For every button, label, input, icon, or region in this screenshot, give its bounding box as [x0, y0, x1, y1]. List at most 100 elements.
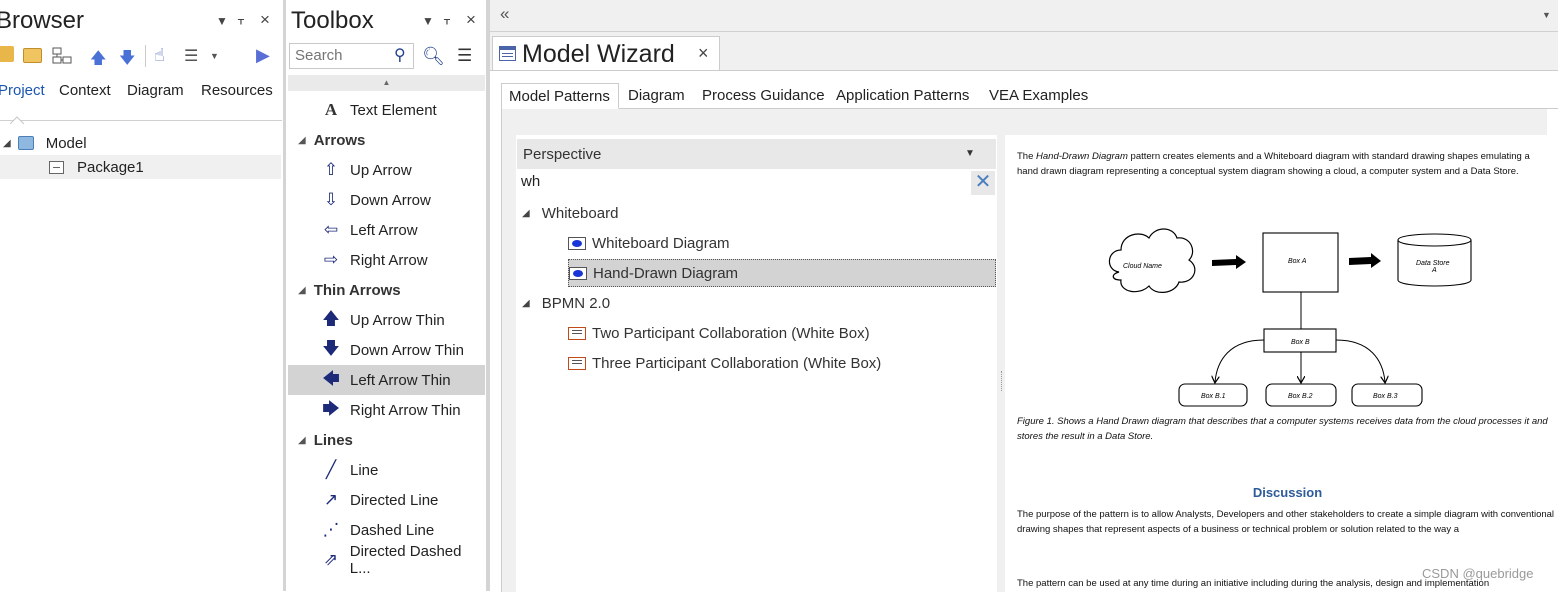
toolbox-item-left-arrow-thin[interactable]: 🡄 Left Arrow Thin	[288, 365, 485, 395]
model-root-icon	[17, 136, 34, 150]
toolbox-item-right-arrow-thin[interactable]: 🡆 Right Arrow Thin	[288, 395, 485, 425]
toolbox-item-icon: ⇧	[323, 160, 339, 179]
menu-lines-icon[interactable]: ☰	[184, 46, 198, 66]
new-package-icon[interactable]	[0, 46, 14, 62]
pattern-item[interactable]: Hand-Drawn Diagram	[568, 259, 996, 287]
toolbox-item-left-arrow[interactable]: ⇦ Left Arrow	[288, 215, 485, 245]
move-up-icon[interactable]: 🡅	[90, 47, 106, 74]
pattern-group[interactable]: ◢ BPMN 2.0	[522, 289, 992, 317]
toolbox-item-text-element[interactable]: A Text Element	[288, 95, 485, 125]
browser-panel: Browser ▼ ᚁ × 🡅 🡇 ☝ ☰ ▼ ▶ Project Contex…	[0, 0, 283, 591]
pane-splitter-grip[interactable]	[1001, 371, 1003, 391]
tab-project[interactable]: Project	[0, 82, 45, 99]
whiteboard-pattern-icon	[569, 266, 587, 280]
item-label: Right Arrow	[350, 251, 428, 269]
pin-icon[interactable]: ᚁ	[238, 12, 244, 26]
tab-model-patterns[interactable]: Model Patterns	[501, 83, 619, 109]
toolbox-item-icon: 🡇	[322, 338, 340, 358]
toolbox-item-up-arrow-thin[interactable]: 🡅 Up Arrow Thin	[288, 305, 485, 335]
toolbox-item-dashed-line[interactable]: ⋰ Dashed Line	[288, 515, 485, 545]
toolbox-item-up-arrow[interactable]: ⇧ Up Arrow	[288, 155, 485, 185]
tab-process-guidance[interactable]: Process Guidance	[702, 87, 825, 104]
expand-triangle-icon[interactable]: ◢	[522, 298, 530, 309]
toolbox-category-thin-arrows[interactable]: ◢ Thin Arrows	[288, 275, 485, 305]
close-icon[interactable]: ×	[698, 43, 709, 64]
curve-to-b3	[1335, 339, 1385, 382]
discussion-heading: Discussion	[1252, 485, 1323, 500]
box-b1-label: Box B.1	[1201, 393, 1226, 400]
hand-drawn-diagram-figure: Cloud Name Box A Data Store A Box B Box …	[1108, 228, 1472, 407]
toolbox-item-down-arrow[interactable]: ⇩ Down Arrow	[288, 185, 485, 215]
toolbox-item-down-arrow-thin[interactable]: 🡇 Down Arrow Thin	[288, 335, 485, 365]
locate-icon[interactable]: ☝	[154, 45, 165, 66]
perspective-dropdown[interactable]: Perspective ▼	[517, 139, 996, 169]
tab-diagram[interactable]: Diagram	[628, 87, 685, 104]
collapse-triangle-icon[interactable]: ◢	[298, 435, 306, 446]
collapse-panel-icon[interactable]: «	[500, 4, 509, 24]
pin-icon[interactable]: ᚁ	[444, 12, 450, 26]
pattern-label: Two Participant Collaboration (White Box…	[592, 324, 870, 342]
panel-menu-dropdown-icon[interactable]: ▼	[422, 14, 434, 28]
intro-pre: The	[1017, 151, 1037, 162]
item-label: Directed Dashed L...	[349, 543, 462, 577]
pattern-item[interactable]: Three Participant Collaboration (White B…	[568, 349, 996, 377]
expand-triangle-icon[interactable]: ◢	[3, 138, 11, 149]
panel-menu-dropdown-icon[interactable]: ▼	[216, 14, 228, 28]
patterns-list-pane: Perspective ▼ wh ✕ ◢ Whiteboard Whiteboard…	[516, 135, 997, 592]
search-icon[interactable]: ⚲	[394, 45, 406, 65]
chevron-down-icon[interactable]: ▼	[965, 148, 975, 159]
expand-triangle-icon[interactable]: ◢	[522, 208, 530, 219]
tab-context[interactable]: Context	[59, 82, 111, 99]
filter-input[interactable]: wh	[521, 173, 540, 190]
toolbox-item-line[interactable]: ╱ Line	[288, 455, 485, 485]
perspective-label: Perspective	[523, 146, 602, 163]
filter-field[interactable]: wh ✕	[517, 169, 996, 197]
hamburger-menu-icon[interactable]: ☰	[457, 46, 472, 66]
tab-vea-examples[interactable]: VEA Examples	[989, 87, 1088, 104]
item-label: Up Arrow Thin	[350, 311, 445, 329]
toolbox-item-icon: ⋰	[322, 520, 340, 539]
pattern-item[interactable]: Whiteboard Diagram	[568, 229, 996, 257]
play-icon[interactable]: ▶	[256, 45, 270, 66]
toolbox-category-lines[interactable]: ◢ Lines	[288, 425, 485, 455]
item-label: Left Arrow Thin	[350, 371, 451, 389]
pattern-item[interactable]: Two Participant Collaboration (White Box…	[568, 319, 996, 347]
toolbox-item-icon: ↗	[323, 490, 339, 509]
wizard-body: Model Patterns Diagram Process Guidance …	[490, 70, 1558, 592]
tab-diagram[interactable]: Diagram	[127, 82, 184, 99]
main-area: « ▼ Model Wizard × Model Patterns Diagra…	[490, 0, 1558, 592]
item-label: Right Arrow Thin	[350, 401, 461, 419]
toolbox-item-directed-dashed-l[interactable]: ⇗ Directed Dashed L...	[288, 543, 485, 577]
tree-item-model[interactable]: ◢ Model	[0, 131, 281, 155]
close-icon[interactable]: ×	[260, 10, 270, 30]
tab-resources[interactable]: Resources	[201, 82, 273, 99]
find-icon[interactable]: 🔍︎	[422, 46, 445, 67]
item-label: Left Arrow	[350, 221, 418, 239]
scroll-up-button[interactable]: ▲	[288, 75, 485, 91]
pattern-label: Three Participant Collaboration (White B…	[592, 354, 882, 372]
toolbox-item-icon: 🡆	[322, 398, 340, 418]
hierarchy-icon[interactable]	[52, 47, 72, 65]
chevron-down-icon[interactable]: ▼	[1542, 10, 1551, 20]
clear-filter-icon[interactable]: ✕	[971, 171, 995, 195]
tab-application-patterns[interactable]: Application Patterns	[836, 87, 969, 104]
toolbox-search-field[interactable]: ⚲	[289, 43, 414, 69]
cloud-label: Cloud Name	[1123, 263, 1162, 270]
wizard-tab-icon	[499, 46, 516, 61]
move-down-icon[interactable]: 🡇	[119, 47, 135, 74]
tab-model-wizard[interactable]: Model Wizard ×	[492, 36, 720, 70]
pattern-group[interactable]: ◢ Whiteboard	[522, 199, 992, 227]
collapse-triangle-icon[interactable]: ◢	[298, 135, 306, 146]
close-icon[interactable]: ×	[466, 10, 476, 30]
item-label: Text Element	[350, 101, 437, 119]
toolbox-item-right-arrow[interactable]: ⇨ Right Arrow	[288, 245, 485, 275]
intro-text: The Hand-Drawn Diagram pattern creates e…	[1017, 150, 1547, 179]
toolbox-search-input[interactable]	[295, 44, 390, 66]
toolbox-item-directed-line[interactable]: ↗ Directed Line	[288, 485, 485, 515]
chevron-down-icon[interactable]: ▼	[210, 51, 219, 61]
toolbox-item-icon: ╱	[325, 460, 337, 479]
collapse-triangle-icon[interactable]: ◢	[298, 285, 306, 296]
folder-icon[interactable]	[23, 48, 42, 63]
tree-item-package1[interactable]: Package1	[0, 155, 281, 179]
toolbox-category-arrows[interactable]: ◢ Arrows	[288, 125, 485, 155]
